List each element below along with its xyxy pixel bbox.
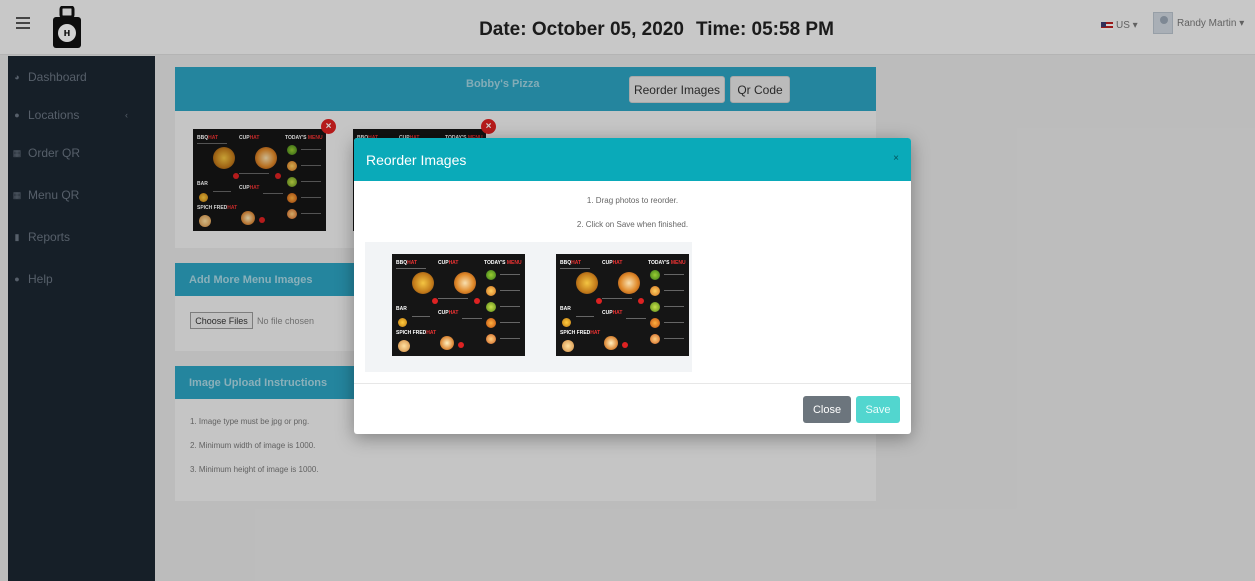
menu-text-line [500,322,520,323]
tomato-image [458,342,464,348]
dish-image [650,270,660,280]
menu-heading: BAR [560,306,571,312]
tomato-image [638,298,644,304]
menu-heading: SPICH FREDHAT [560,330,601,336]
save-button[interactable]: Save [856,396,900,423]
menu-heading: TODAY'S MENU [484,260,522,266]
dish-image [486,286,496,296]
dish-image [486,270,496,280]
menu-text-line [664,338,684,339]
dish-image [440,336,454,350]
menu-heading: CUPHAT [438,310,459,316]
dish-image [604,336,618,350]
menu-text-line [560,268,590,269]
menu-text-line [500,274,520,275]
menu-heading: CUPHAT [602,310,623,316]
close-icon[interactable]: × [893,153,899,164]
dish-image [650,318,660,328]
tomato-image [622,342,628,348]
dish-image [398,340,410,352]
menu-heading: CUPHAT [438,260,459,266]
close-button[interactable]: Close [803,396,851,423]
dish-image [576,272,598,294]
menu-heading: SPICH FREDHAT [396,330,437,336]
dish-image [398,318,407,327]
modal-divider [354,383,911,384]
menu-heading: TODAY'S MENU [648,260,686,266]
dish-image [618,272,640,294]
dish-image [454,272,476,294]
dish-image [486,318,496,328]
draggable-menu-image[interactable]: BBQHAT CUPHAT TODAY'S MENU BAR CUPHAT SP… [556,254,689,356]
dish-image [562,318,571,327]
dish-image [486,302,496,312]
dish-image [650,286,660,296]
menu-text-line [626,318,646,319]
menu-text-line [664,274,684,275]
menu-text-line [602,298,632,299]
tomato-image [474,298,480,304]
instruction-step: 2. Click on Save when finished. [576,220,689,229]
reorder-images-modal: Reorder Images × 1. Drag photos to reord… [354,138,911,434]
instruction-step: 1. Drag photos to reorder. [586,196,679,205]
menu-text-line [412,316,430,317]
menu-text-line [500,290,520,291]
menu-heading: BAR [396,306,407,312]
modal-title: Reorder Images [366,152,467,168]
dish-image [412,272,434,294]
menu-text-line [462,318,482,319]
menu-text-line [664,322,684,323]
draggable-menu-image[interactable]: BBQHAT CUPHAT TODAY'S MENU BAR CUPHAT SP… [392,254,525,356]
menu-text-line [664,306,684,307]
dish-image [650,302,660,312]
dish-image [486,334,496,344]
menu-text-line [576,316,594,317]
menu-text-line [500,306,520,307]
menu-text-line [396,268,426,269]
menu-text-line [438,298,468,299]
menu-text-line [664,290,684,291]
dish-image [562,340,574,352]
dish-image [650,334,660,344]
menu-heading: BBQHAT [560,260,582,266]
menu-heading: BBQHAT [396,260,418,266]
menu-text-line [500,338,520,339]
menu-heading: CUPHAT [602,260,623,266]
